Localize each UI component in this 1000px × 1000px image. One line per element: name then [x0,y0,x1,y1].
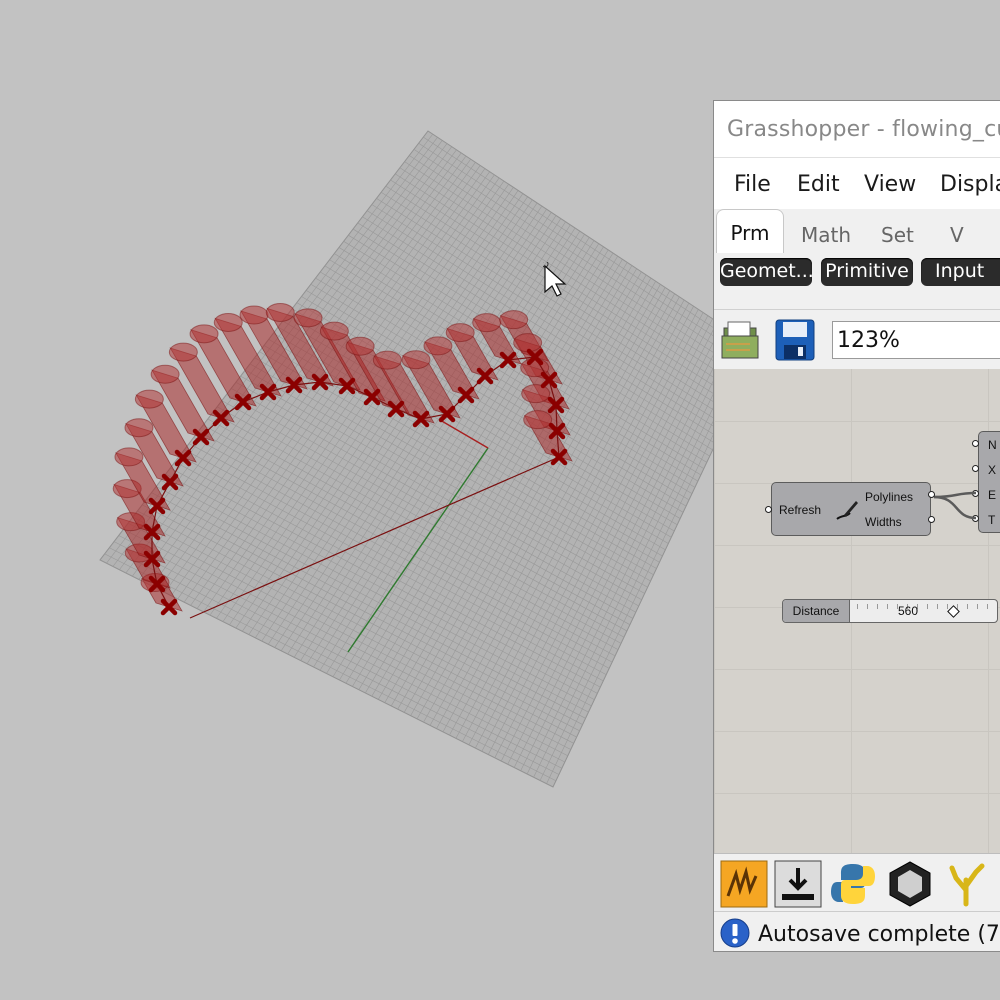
menu-bar: File Edit View Displa [714,158,1000,210]
zoom-input[interactable]: 123% [832,321,1000,359]
category-primitive[interactable]: Primitive [821,258,913,286]
grasshopper-canvas[interactable]: N X E T Refresh Polylines Widths Distanc… [714,369,1000,853]
extrusion-cap [499,310,529,330]
slider-value: 560 [898,604,919,618]
hex-icon[interactable] [886,860,934,908]
extrusion-cap [293,308,323,328]
extrusion-cap [472,313,502,333]
slider-label: Distance [783,600,850,622]
extrusion-cap [114,447,144,467]
info-icon [720,918,750,948]
component-tabs: Prm Math Set V [714,209,1000,254]
slider-ticks [857,604,997,609]
save-icon[interactable] [774,318,816,362]
window-title: Grasshopper - flowing_cur [727,117,1000,142]
menu-display[interactable]: Displa [940,172,1000,197]
status-bar: Autosave complete (70 [714,911,1000,951]
menu-file[interactable]: File [734,172,771,197]
extrusion-cap [513,333,543,353]
extrusion-cap [445,323,475,343]
plugin-toolbar [714,853,1000,912]
extrusion-cap [319,321,349,341]
title-bar[interactable]: Grasshopper - flowing_cur [714,101,1000,158]
grasshopper-window[interactable]: Grasshopper - flowing_cur File Edit View… [713,100,1000,952]
tab-prm[interactable]: Prm [716,209,784,253]
extrusion-cap [265,302,295,322]
extrusion-cap [239,305,269,325]
extrusion-cap [372,350,402,370]
status-text: Autosave complete (70 [758,922,1000,947]
tab-set[interactable]: Set [881,223,914,247]
extrusion-cap [345,336,375,356]
polyline-component[interactable]: Refresh Polylines Widths [771,482,931,536]
extrusion-cap [150,364,180,384]
extrusion-cap [521,384,551,404]
menu-edit[interactable]: Edit [797,172,840,197]
extrusion-cap [134,389,164,409]
extrusion-cap [124,418,154,438]
python-icon[interactable] [829,860,877,908]
canvas-toolbar: 123% [714,309,1000,368]
grip-polylines[interactable] [928,491,935,498]
extrusion-cap [213,312,243,332]
tab-math[interactable]: Math [801,223,851,247]
plant-icon[interactable] [942,860,990,908]
plugin-icon[interactable] [720,860,768,908]
mouse-cursor-icon [543,262,567,297]
extrusion-cap [423,336,453,356]
category-geometry[interactable]: Geomet... [720,258,812,286]
extrusion-cap [401,350,431,370]
category-input[interactable]: Input [921,258,1000,286]
input-refresh: Refresh [779,503,822,517]
output-polylines: Polylines [865,490,914,504]
extrusion-cap [168,342,198,362]
open-file-icon[interactable] [720,318,762,362]
category-bar: Geomet... Primitive Input [714,253,1000,293]
grip-widths[interactable] [928,516,935,523]
tab-v[interactable]: V [950,223,964,247]
menu-view[interactable]: View [864,172,916,197]
pen-icon [836,501,858,520]
extrusion-cap [523,410,553,430]
grip-refresh[interactable] [765,506,772,513]
download-icon[interactable] [774,860,822,908]
distance-slider[interactable]: Distance 560 [782,599,998,623]
grid-plane [99,130,761,788]
output-widths: Widths [865,515,902,529]
extrusion-cap [189,324,219,344]
